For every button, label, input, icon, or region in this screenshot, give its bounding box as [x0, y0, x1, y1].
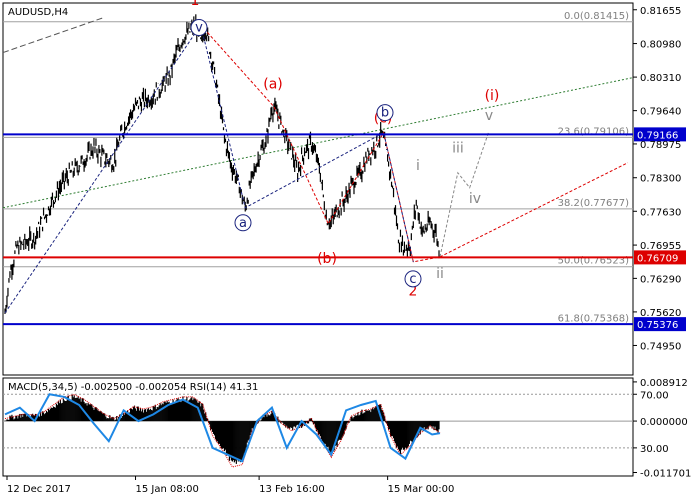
time-tick-label: 15 Jan 08:00 — [136, 484, 199, 495]
price-axis: 0.81655 0.80980 0.80310 0.79640 0.78975 0.783… — [633, 6, 681, 352]
price-tick-label: 0.76290 — [640, 274, 681, 285]
price-tick-label: 0.78975 — [640, 140, 681, 151]
wave-label-grey: iv — [469, 191, 481, 207]
price-tick-label: 0.75620 — [640, 308, 681, 319]
fib-label: 38.2(0.77677) — [558, 198, 630, 209]
wave-circle-label: v — [195, 21, 203, 36]
wave-label-red: 1 — [191, 0, 200, 9]
macd-tick-label: 30.00 — [640, 444, 669, 455]
fib-label: 23.6(0.79106) — [558, 126, 630, 137]
macd-tick-label: 70.00 — [640, 390, 669, 401]
price-tick-label: 0.77630 — [640, 207, 681, 218]
price-tick-label: 0.79640 — [640, 107, 681, 118]
symbol-label: AUDUSD,H4 — [8, 7, 68, 18]
wave-label-grey: iii — [452, 141, 464, 157]
wave-label-grey: ii — [436, 266, 444, 282]
price-tick-label: 0.78300 — [640, 174, 681, 185]
wave-label-red: (i) — [485, 88, 500, 104]
wave-label-grey: i — [416, 158, 420, 174]
price-tag-label: 0.75376 — [637, 320, 678, 331]
price-tick-label: 0.76955 — [640, 241, 681, 252]
wave-label-red: (b) — [317, 251, 337, 267]
macd-tick-label: 0.000000 — [640, 417, 688, 428]
wave-circle-label: c — [409, 272, 416, 287]
time-tick-label: 13 Feb 16:00 — [259, 484, 325, 495]
wave-label-red: (a) — [263, 77, 283, 93]
macd-header: MACD(5,34,5) -0.002500 -0.002054 RSI(14)… — [8, 382, 258, 393]
price-tick-label: 0.80980 — [640, 40, 681, 51]
wave-label-grey: v — [485, 108, 493, 124]
macd-tick-label: 0.008912 — [640, 378, 688, 389]
time-axis: 12 Dec 2017 15 Jan 08:00 13 Feb 16:00 15 Ma… — [6, 476, 455, 495]
fib-label: 0.0(0.81415) — [564, 11, 629, 22]
price-tag-label: 0.76709 — [637, 253, 678, 264]
macd-axis: 0.00891270.00 0.000000 30.00 -0.011701 — [633, 378, 691, 479]
fib-label: 61.8(0.75368) — [558, 314, 630, 325]
price-tick-label: 0.74950 — [640, 341, 681, 352]
time-tick-label: 12 Dec 2017 — [7, 484, 71, 495]
price-tick-label: 0.81655 — [640, 6, 681, 17]
wave-circle-label: b — [381, 106, 389, 121]
price-tick-label: 0.80310 — [640, 73, 681, 84]
macd-tick-label: -0.011701 — [640, 468, 691, 479]
chart-canvas: AUDUSD,H4 MACD(5,34,5) -0.002500 -0.0020… — [2, 0, 691, 495]
price-panel-frame — [2, 2, 634, 376]
wave-circle-label: a — [239, 216, 247, 231]
time-tick-label: 15 Mar 00:00 — [388, 484, 455, 495]
